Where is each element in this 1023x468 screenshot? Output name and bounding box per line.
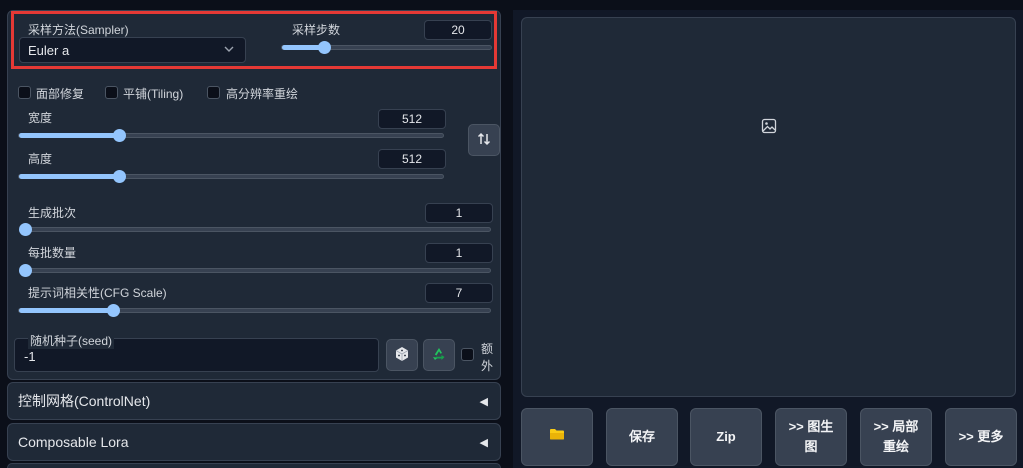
batch-count-slider[interactable] <box>19 223 491 236</box>
batch-size-slider[interactable] <box>19 264 491 277</box>
steps-label: 采样步数 <box>292 23 341 37</box>
steps-slider[interactable] <box>281 41 492 54</box>
accordion-next-edge <box>7 463 501 468</box>
triangle-left-icon: ◀ <box>479 396 488 408</box>
seed-value[interactable]: -1 <box>24 349 36 364</box>
tiling-label: 平铺(Tiling) <box>123 87 184 101</box>
cfg-scale-slider-fill <box>19 308 114 313</box>
folder-icon <box>549 427 565 447</box>
swap-dimensions-icon <box>477 132 491 149</box>
send-to-inpaint-label-1: >> 局部 <box>873 419 919 434</box>
send-to-inpaint-button[interactable]: >> 局部 重绘 <box>860 408 932 466</box>
width-slider-thumb[interactable] <box>112 129 126 142</box>
send-to-img2img-label-1: >> 图生 <box>788 419 834 434</box>
cfg-scale-number-input[interactable]: 7 <box>425 283 493 303</box>
seed-label: 随机种子(seed) <box>28 332 115 349</box>
recycle-icon <box>431 346 447 365</box>
zip-button[interactable]: Zip <box>690 408 762 466</box>
send-to-more-button[interactable]: >> 更多 <box>945 408 1017 466</box>
tiling-checkbox[interactable] <box>105 86 118 99</box>
steps-slider-thumb[interactable] <box>317 41 331 54</box>
send-to-inpaint-label-2: 重绘 <box>882 439 909 454</box>
width-slider[interactable] <box>18 129 444 142</box>
extra-seed-label-1: 额 <box>481 342 494 356</box>
random-seed-button[interactable] <box>386 339 418 371</box>
send-to-img2img-button[interactable]: >> 图生 图 <box>775 408 847 466</box>
chevron-down-icon <box>223 43 235 58</box>
cfg-scale-slider[interactable] <box>18 304 491 317</box>
steps-number-input[interactable]: 20 <box>424 20 492 40</box>
cfg-scale-label: 提示词相关性(CFG Scale) <box>28 286 167 300</box>
output-gallery <box>521 17 1016 397</box>
swap-dimensions-button[interactable] <box>468 124 500 156</box>
accordion-controlnet[interactable]: 控制网格(ControlNet) ◀ <box>7 382 501 420</box>
reuse-seed-button[interactable] <box>423 339 455 371</box>
send-to-img2img-label-2: 图 <box>804 439 818 454</box>
batch-size-number-input[interactable]: 1 <box>425 243 493 263</box>
image-placeholder-icon <box>761 118 777 137</box>
accordion-composable-lora-label: Composable Lora <box>18 434 129 450</box>
save-button[interactable]: 保存 <box>606 408 678 466</box>
batch-count-number-input[interactable]: 1 <box>425 203 493 223</box>
sampler-dropdown[interactable]: Euler a <box>19 37 246 63</box>
batch-size-label: 每批数量 <box>28 246 77 260</box>
height-slider-fill <box>19 174 119 179</box>
face-restore-checkbox[interactable] <box>18 86 31 99</box>
triangle-left-icon: ◀ <box>479 437 488 449</box>
open-folder-button[interactable] <box>521 408 593 466</box>
height-label: 高度 <box>28 152 53 166</box>
batch-count-slider-thumb[interactable] <box>19 223 32 236</box>
width-label: 宽度 <box>28 111 53 125</box>
face-restore-label: 面部修复 <box>36 87 85 101</box>
batch-size-slider-thumb[interactable] <box>19 264 32 277</box>
batch-count-label: 生成批次 <box>28 206 77 220</box>
height-slider-thumb[interactable] <box>112 170 126 183</box>
sampler-label: 采样方法(Sampler) <box>28 23 129 37</box>
width-slider-fill <box>19 133 119 138</box>
dice-icon <box>394 346 410 365</box>
accordion-composable-lora[interactable]: Composable Lora ◀ <box>7 423 501 461</box>
height-slider[interactable] <box>18 170 444 183</box>
height-number-input[interactable]: 512 <box>378 149 446 169</box>
hires-fix-checkbox[interactable] <box>207 86 220 99</box>
hires-fix-label: 高分辨率重绘 <box>226 87 299 101</box>
width-number-input[interactable]: 512 <box>378 109 446 129</box>
accordion-controlnet-label: 控制网格(ControlNet) <box>18 393 151 409</box>
extra-seed-checkbox[interactable] <box>461 348 474 361</box>
sampler-value: Euler a <box>28 42 70 58</box>
extra-seed-label-2: 外 <box>481 359 494 373</box>
